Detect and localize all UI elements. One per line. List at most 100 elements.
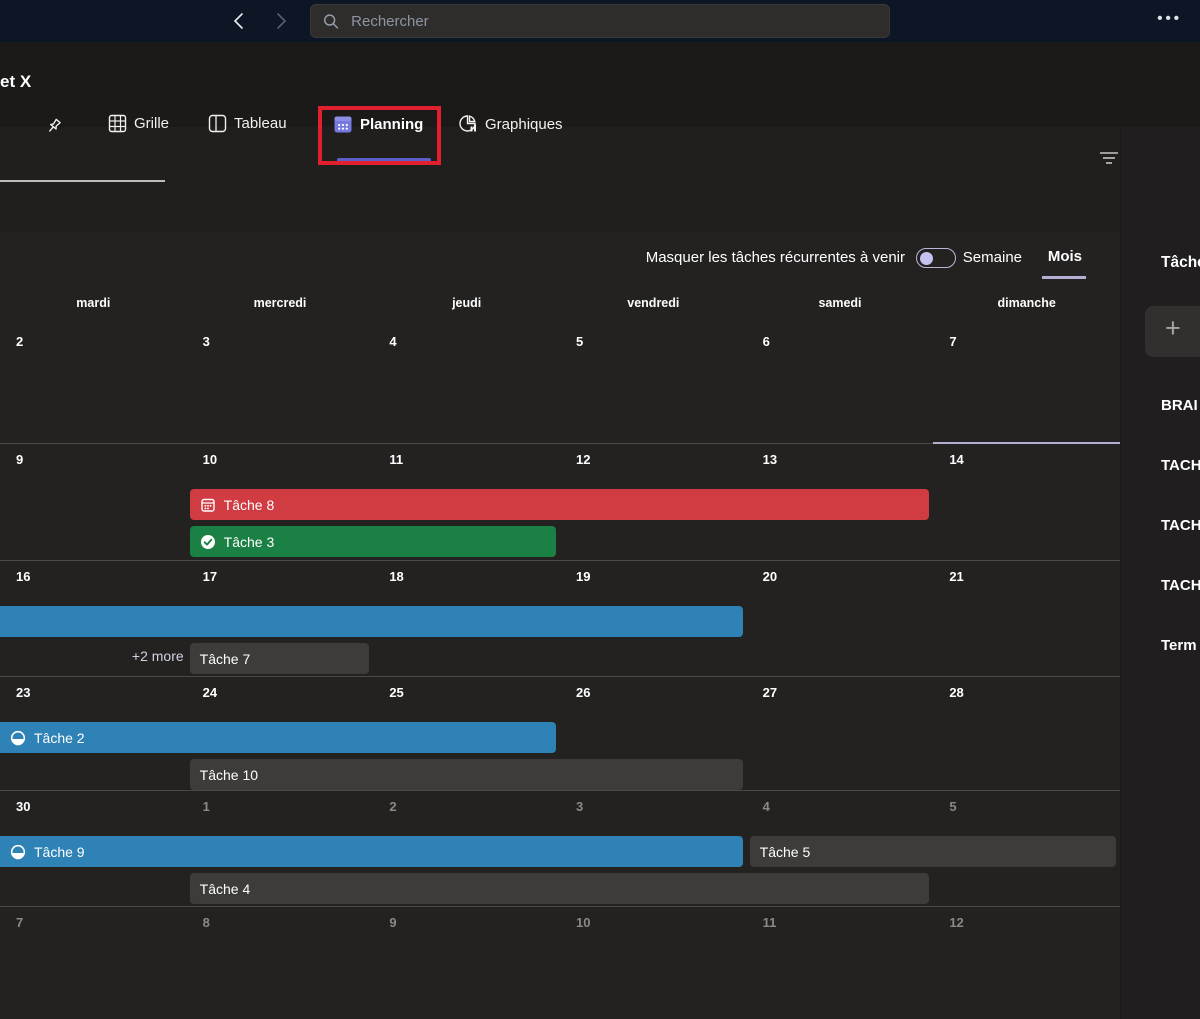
- date-label: 21: [949, 569, 963, 584]
- view-week-button[interactable]: Semaine: [963, 249, 1022, 266]
- channel-name-label: et X: [0, 72, 31, 92]
- date-label: 11: [763, 915, 777, 930]
- task-bar[interactable]: Tâche 7: [190, 643, 370, 674]
- date-label: 30: [16, 799, 30, 814]
- tab-planning[interactable]: Planning: [333, 114, 423, 134]
- calendar-cell[interactable]: 21: [933, 560, 1120, 676]
- date-label: 5: [576, 334, 583, 349]
- date-label: 12: [576, 452, 590, 467]
- recurring-toggle-switch[interactable]: [916, 248, 956, 268]
- view-month-button[interactable]: Mois: [1048, 248, 1082, 265]
- top-bar: •••: [0, 0, 1200, 42]
- task-bar[interactable]: [0, 606, 743, 637]
- calendar-cell[interactable]: 14: [933, 443, 1120, 560]
- tab-graphiques[interactable]: Graphiques: [458, 114, 563, 134]
- task-label: Tâche 5: [760, 844, 811, 860]
- active-view-underline: [1042, 276, 1086, 279]
- date-label: 24: [203, 685, 217, 700]
- date-label: 12: [949, 915, 963, 930]
- tab-grille[interactable]: Grille: [108, 114, 169, 133]
- calendar-cell[interactable]: 28: [933, 676, 1120, 790]
- date-label: 5: [949, 799, 956, 814]
- task-bar[interactable]: Tâche 8: [190, 489, 930, 520]
- add-task-button[interactable]: +: [1145, 306, 1200, 357]
- calendar-cell[interactable]: 12: [933, 906, 1120, 1019]
- more-tasks-link[interactable]: +2 more: [0, 648, 184, 664]
- date-label: 3: [576, 799, 583, 814]
- day-header: dimanche: [933, 296, 1120, 316]
- task-label: Tâche 9: [34, 844, 85, 860]
- date-label: 1: [203, 799, 210, 814]
- tab-label: Grille: [134, 115, 169, 132]
- task-label: Tâche 4: [200, 881, 251, 897]
- calendar-cell[interactable]: 3: [187, 325, 374, 443]
- bucket-label[interactable]: TACH: [1161, 577, 1200, 594]
- task-bar[interactable]: Tâche 3: [190, 526, 556, 557]
- nav-forward-button[interactable]: [266, 6, 296, 36]
- date-label: 16: [16, 569, 30, 584]
- date-label: 17: [203, 569, 217, 584]
- day-header: mardi: [0, 296, 187, 316]
- chevron-left-icon: [232, 12, 246, 30]
- date-label: 18: [389, 569, 403, 584]
- search-box[interactable]: [310, 4, 890, 38]
- task-label: Tâche 2: [34, 730, 85, 746]
- calendar-cell[interactable]: 4: [373, 325, 560, 443]
- tab-bar: et X Grille Tableau Planning Graphiques: [0, 42, 1200, 127]
- task-bar[interactable]: Tâche 2: [0, 722, 556, 753]
- bucket-label[interactable]: TACH: [1161, 457, 1200, 474]
- today-indicator: [933, 442, 1120, 444]
- task-bar[interactable]: Tâche 10: [190, 759, 743, 790]
- calendar-cell[interactable]: 9: [0, 443, 187, 560]
- check-circle-icon: [200, 534, 216, 550]
- date-label: 2: [389, 799, 396, 814]
- task-bar[interactable]: Tâche 9: [0, 836, 743, 867]
- tab-tableau[interactable]: Tableau: [208, 114, 287, 133]
- task-side-panel: Tâche + BRAITACHTACHTACHTerm: [1120, 127, 1200, 1019]
- calendar-cell[interactable]: 2: [0, 325, 187, 443]
- bucket-label[interactable]: BRAI: [1161, 397, 1198, 414]
- search-input[interactable]: [351, 13, 877, 30]
- calendar-cell[interactable]: 8: [187, 906, 374, 1019]
- calendar-panel: Masquer les tâches récurrentes à venir S…: [0, 232, 1120, 1019]
- calendar-cell[interactable]: 7: [933, 325, 1120, 443]
- calendar-header: Masquer les tâches récurrentes à venir S…: [0, 232, 1120, 285]
- calendar-cell[interactable]: 6: [747, 325, 934, 443]
- calendar-cell[interactable]: 9: [373, 906, 560, 1019]
- toggle-knob: [920, 252, 933, 265]
- calendar-cell[interactable]: 27: [747, 676, 934, 790]
- app-window: ••• et X Grille Tableau Planning Graphiq…: [0, 0, 1200, 1019]
- task-bar[interactable]: Tâche 4: [190, 873, 930, 904]
- date-label: 9: [16, 452, 23, 467]
- date-label: 19: [576, 569, 590, 584]
- date-label: 4: [389, 334, 396, 349]
- day-header: jeudi: [373, 296, 560, 316]
- grid-icon: [108, 114, 127, 133]
- date-label: 11: [389, 452, 403, 467]
- date-label: 26: [576, 685, 590, 700]
- date-label: 14: [949, 452, 963, 467]
- active-tab-underline: [337, 158, 431, 162]
- tab-label: Tableau: [234, 115, 287, 132]
- calendar-cell[interactable]: 20: [747, 560, 934, 676]
- more-options-button[interactable]: •••: [1157, 10, 1182, 27]
- bucket-label[interactable]: TACH: [1161, 517, 1200, 534]
- nav-back-button[interactable]: [224, 6, 254, 36]
- chevron-right-icon: [274, 12, 288, 30]
- bucket-label[interactable]: Term: [1161, 637, 1197, 654]
- task-bar[interactable]: Tâche 5: [750, 836, 1116, 867]
- calendar-cell[interactable]: 10: [560, 906, 747, 1019]
- date-label: 3: [203, 334, 210, 349]
- date-label: 28: [949, 685, 963, 700]
- chart-icon: [458, 114, 478, 134]
- calendar-cell[interactable]: 11: [747, 906, 934, 1019]
- date-label: 7: [16, 915, 23, 930]
- task-label: Tâche 10: [200, 767, 258, 783]
- pin-icon[interactable]: [44, 116, 64, 136]
- calendar-cell[interactable]: 5: [560, 325, 747, 443]
- calendar-cell[interactable]: 7: [0, 906, 187, 1019]
- date-label: 7: [949, 334, 956, 349]
- task-label: Tâche 7: [200, 651, 251, 667]
- date-label: 25: [389, 685, 403, 700]
- tab-label: Planning: [360, 116, 423, 133]
